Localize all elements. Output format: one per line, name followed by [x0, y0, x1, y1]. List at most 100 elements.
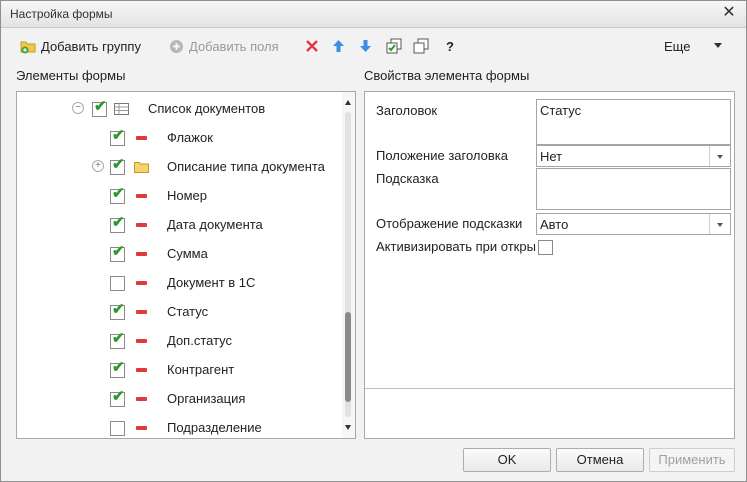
scroll-down-icon[interactable]: [345, 425, 351, 430]
header-field[interactable]: Статус: [536, 99, 731, 145]
field-type-icon: [136, 223, 147, 227]
folder-icon: [134, 162, 149, 173]
root-checkbox[interactable]: ✔: [92, 99, 107, 117]
field-type-icon: [136, 426, 147, 430]
hint-field[interactable]: [536, 168, 731, 210]
header-field-value: Статус: [540, 103, 582, 118]
field-type-icon: [136, 339, 147, 343]
item-checkbox[interactable]: ✔: [110, 302, 125, 320]
tree-row-label: Организация: [167, 391, 246, 406]
tree-row[interactable]: ✔ Флажок: [17, 124, 342, 152]
item-checkbox[interactable]: ✔: [110, 186, 125, 204]
hint-display-value: Авто: [540, 217, 569, 232]
activate-checkbox[interactable]: [538, 240, 553, 255]
table-icon: [114, 103, 129, 115]
element-properties-panel: Заголовок Статус Положение заголовка Нет…: [364, 91, 735, 439]
move-up-button[interactable]: [332, 31, 345, 61]
settings-window: Настройка формы ✕ Добавить группу Добави…: [0, 0, 747, 482]
tree-row[interactable]: ✔ Статус: [17, 298, 342, 326]
item-checkbox[interactable]: ✔: [110, 389, 125, 407]
chevron-down-icon[interactable]: [709, 214, 730, 234]
header-position-select[interactable]: Нет: [536, 145, 731, 167]
add-fields-button[interactable]: Добавить поля: [169, 31, 279, 61]
activate-label: Активизировать при откры: [376, 239, 536, 254]
item-checkbox[interactable]: ✔: [110, 360, 125, 378]
move-up-icon: [333, 40, 344, 52]
tree-row-label: Список документов: [148, 101, 266, 116]
item-checkbox[interactable]: [110, 421, 125, 436]
scroll-up-icon[interactable]: [345, 100, 351, 105]
field-type-icon: [136, 368, 147, 372]
form-elements-title: Элементы формы: [16, 68, 126, 83]
tree-row[interactable]: ✔ Контрагент: [17, 356, 342, 384]
header-position-label: Положение заголовка: [376, 148, 508, 163]
tree-row-label: Доп.статус: [167, 333, 233, 348]
move-down-icon: [360, 40, 371, 52]
header-label: Заголовок: [376, 103, 438, 118]
field-type-icon: [136, 252, 147, 256]
check-all-button[interactable]: [386, 31, 403, 61]
more-arrow-button[interactable]: [714, 31, 722, 61]
expand-icon[interactable]: +: [92, 160, 104, 172]
more-label: Еще: [664, 38, 691, 54]
hint-display-label: Отображение подсказки: [376, 216, 523, 231]
tree-row-label: Флажок: [167, 130, 213, 145]
delete-button[interactable]: [305, 31, 319, 61]
tree-row[interactable]: Документ в 1С: [17, 269, 342, 297]
tree-row-root[interactable]: − ✔ Список документов: [17, 95, 342, 123]
element-properties-title: Свойства элемента формы: [364, 68, 530, 83]
tree-row[interactable]: Подразделение: [17, 414, 342, 438]
uncheck-all-button[interactable]: [413, 31, 430, 61]
tree-row-label: Статус: [167, 304, 209, 319]
item-checkbox[interactable]: ✔: [110, 215, 125, 233]
tree-row-label: Подразделение: [167, 420, 262, 435]
field-type-icon: [136, 136, 147, 140]
toolbar: Добавить группу Добавить поля ? Еще: [1, 31, 746, 61]
add-group-icon: [20, 41, 36, 54]
tree-row-label: Сумма: [167, 246, 208, 261]
tree-row-label: Номер: [167, 188, 208, 203]
tree-row-label: Контрагент: [167, 362, 235, 377]
item-checkbox[interactable]: ✔: [110, 331, 125, 349]
tree-row[interactable]: ✔ Сумма: [17, 240, 342, 268]
tree-row[interactable]: + ✔ Описание типа документа: [17, 153, 342, 181]
help-icon: ?: [446, 38, 454, 54]
close-icon[interactable]: ✕: [720, 4, 738, 22]
window-title: Настройка формы: [10, 7, 113, 21]
tree-row-label: Описание типа документа: [167, 159, 325, 174]
add-fields-label: Добавить поля: [189, 38, 279, 54]
delete-icon: [306, 40, 318, 52]
item-checkbox[interactable]: ✔: [110, 157, 125, 175]
hint-display-select[interactable]: Авто: [536, 213, 731, 235]
scroll-thumb[interactable]: [345, 312, 351, 402]
tree-row[interactable]: ✔ Дата документа: [17, 211, 342, 239]
title-bar: Настройка формы ✕: [1, 1, 746, 28]
tree-row[interactable]: ✔ Номер: [17, 182, 342, 210]
ok-button[interactable]: OK: [463, 448, 551, 472]
tree-row-label: Дата документа: [167, 217, 263, 232]
tree-row[interactable]: ✔ Доп.статус: [17, 327, 342, 355]
form-elements-tree: − ✔ Список документов ✔ Флажок + ✔ Описание …: [16, 91, 356, 439]
add-group-button[interactable]: Добавить группу: [20, 31, 141, 61]
item-checkbox[interactable]: [110, 276, 125, 291]
field-type-icon: [136, 194, 147, 198]
apply-button[interactable]: Применить: [649, 448, 735, 472]
check-all-icon: [386, 38, 402, 54]
tree-row[interactable]: ✔ Организация: [17, 385, 342, 413]
header-position-value: Нет: [540, 149, 563, 164]
field-type-icon: [136, 281, 147, 285]
item-checkbox[interactable]: ✔: [110, 128, 125, 146]
more-button[interactable]: Еще: [664, 31, 690, 61]
add-fields-icon: [169, 39, 184, 53]
help-button[interactable]: ?: [446, 31, 454, 61]
uncheck-all-icon: [413, 38, 429, 54]
more-arrow-icon: [714, 43, 722, 48]
item-checkbox[interactable]: ✔: [110, 244, 125, 262]
chevron-down-icon[interactable]: [709, 146, 730, 166]
hint-label: Подсказка: [376, 171, 439, 186]
move-down-button[interactable]: [359, 31, 372, 61]
cancel-button[interactable]: Отмена: [556, 448, 644, 472]
tree-scrollbar[interactable]: [342, 92, 355, 438]
field-type-icon: [136, 397, 147, 401]
collapse-icon[interactable]: −: [72, 102, 84, 114]
